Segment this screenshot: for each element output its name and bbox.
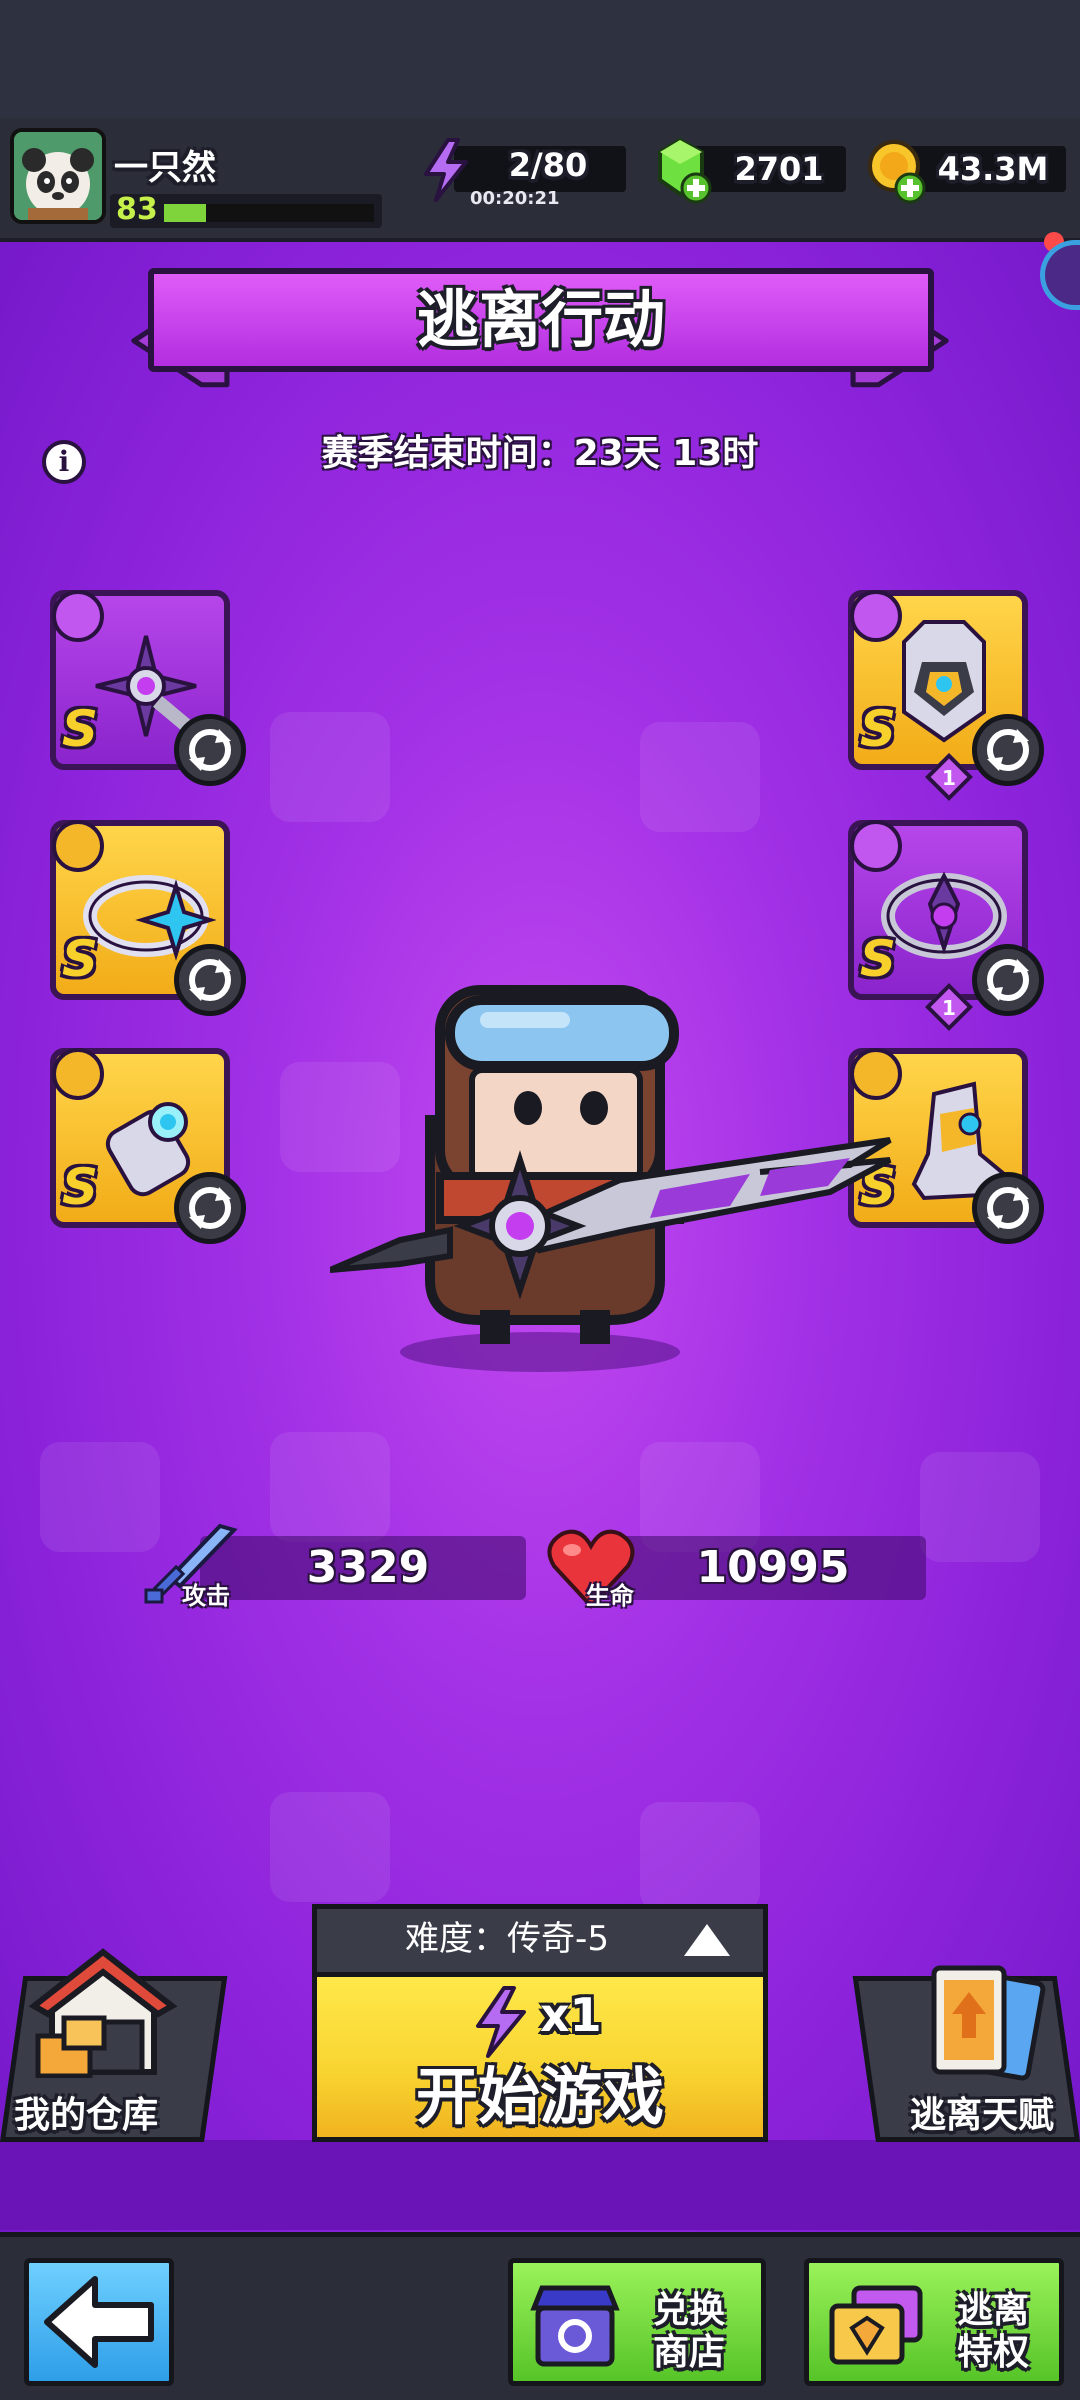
swap-arrows-icon [189, 959, 231, 1001]
xp-bar-fill [164, 204, 206, 222]
rank-label: S [62, 1158, 99, 1216]
exchange-shop-line2: 商店 [652, 2332, 725, 2373]
equip-slot-armor[interactable]: S 1 [848, 590, 1044, 802]
energy-timer: 00:20:21 [470, 188, 560, 209]
rank-label: S [860, 700, 897, 758]
life-value: 10995 [696, 1542, 850, 1593]
equip-slot-gloves[interactable]: S [50, 1048, 246, 1244]
player-level: 83 [116, 192, 158, 227]
arrow-left-icon [44, 2276, 154, 2368]
talent-cards-icon [931, 1965, 1046, 2081]
energy-count: 2/80 [508, 146, 588, 184]
swap-button[interactable] [174, 944, 246, 1016]
swap-arrows-icon [189, 1187, 231, 1229]
rank-label: S [62, 700, 99, 758]
gems-count: 2701 [734, 150, 824, 188]
rank-label: S [62, 930, 99, 988]
escape-privilege-line1: 逃离 [956, 2290, 1029, 2331]
exchange-shop-line1: 兑换 [652, 2290, 725, 2331]
star-level: 1 [942, 996, 956, 1020]
shop-store-icon [530, 2285, 620, 2367]
xp-bar [164, 204, 374, 222]
swap-button[interactable] [972, 1172, 1044, 1244]
season-end-time: 赛季结束时间：23天 13时 [321, 433, 759, 474]
green-gem-add-icon[interactable] [650, 136, 716, 206]
gold-count: 43.3M [937, 150, 1049, 188]
panda-avatar-icon [14, 132, 102, 220]
swap-button[interactable] [972, 714, 1044, 786]
privilege-gem-icon [829, 2285, 923, 2365]
hero-character[interactable] [330, 960, 910, 1380]
warehouse-label: 我的仓库 [14, 2095, 159, 2136]
star-level: 1 [942, 766, 956, 790]
swap-button[interactable] [174, 714, 246, 786]
swap-arrows-icon [189, 729, 231, 771]
system-status-strip [0, 0, 1080, 118]
equip-slot-weapon[interactable]: S [50, 590, 246, 786]
swap-arrows-icon [987, 1187, 1029, 1229]
mode-title: 逃离行动 [416, 283, 665, 356]
triangle-up-icon[interactable] [680, 1920, 734, 1960]
start-game-label: 开始游戏 [415, 2060, 664, 2133]
swap-button[interactable] [174, 1172, 246, 1244]
main-bottom-strip [0, 2140, 1080, 2230]
talent-label: 逃离天赋 [910, 2095, 1055, 2136]
swap-arrows-icon [987, 959, 1029, 1001]
lightning-energy-icon [424, 138, 468, 202]
back-button[interactable] [24, 2258, 174, 2386]
attack-label: 攻击 [182, 1582, 230, 1610]
player-avatar[interactable] [10, 128, 106, 224]
life-label: 生命 [586, 1582, 634, 1610]
start-energy-cost: x1 [540, 1988, 602, 2042]
difficulty-label: 难度：传奇-5 [405, 1919, 609, 1959]
warehouse-house-icon [28, 1948, 178, 2078]
swap-button[interactable] [972, 944, 1044, 1016]
swap-arrows-icon [987, 729, 1029, 771]
attack-value: 3329 [306, 1542, 430, 1593]
escape-privilege-line2: 特权 [956, 2332, 1029, 2373]
equip-slot-necklace[interactable]: S [50, 820, 246, 1016]
player-name: 一只然 [114, 148, 216, 188]
